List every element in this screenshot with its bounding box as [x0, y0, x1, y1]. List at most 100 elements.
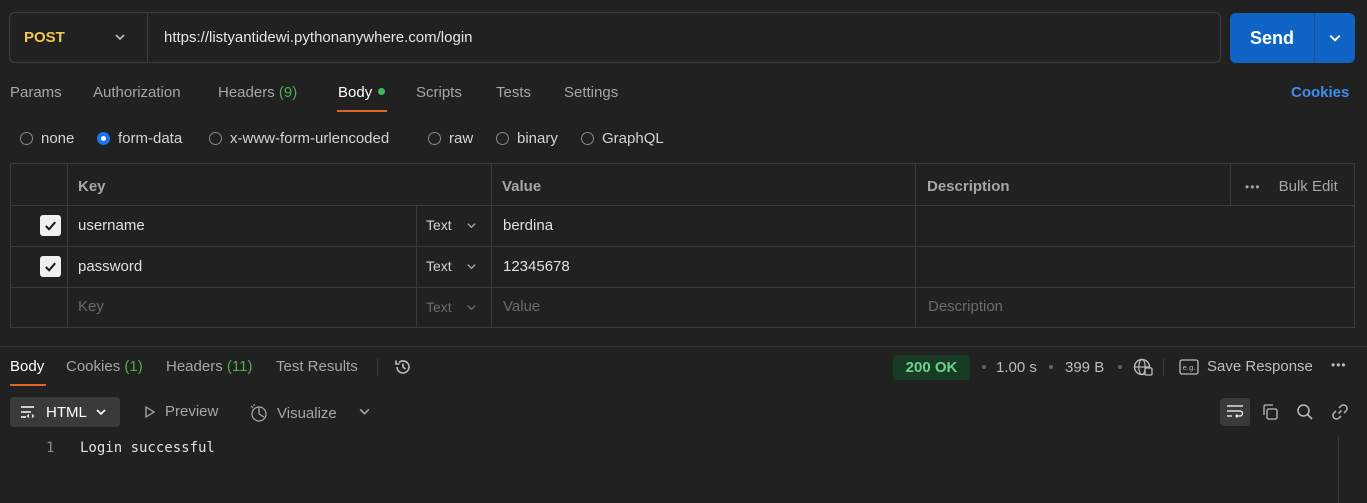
row-checkbox[interactable]: [40, 215, 61, 236]
tab-settings[interactable]: Settings: [564, 84, 618, 104]
row-type-label: Text: [426, 217, 452, 233]
radio-circle: [20, 132, 33, 145]
response-tab-body[interactable]: Body: [10, 358, 44, 375]
modified-dot: [378, 87, 386, 95]
radio-binary[interactable]: binary: [496, 130, 558, 147]
radio-raw-label: raw: [449, 130, 474, 147]
more-options-icon[interactable]: •••: [1331, 358, 1347, 372]
send-options-button[interactable]: [1314, 13, 1355, 63]
copy-icon: [1263, 404, 1278, 420]
network-icon[interactable]: [1132, 357, 1154, 381]
more-options-icon[interactable]: •••: [1245, 180, 1261, 194]
column-header-description: Description: [927, 178, 1010, 195]
new-value-input[interactable]: Value: [503, 298, 540, 315]
form-data-table: Key Value Description ••• Bulk Edit user…: [10, 163, 1355, 328]
radio-binary-label: binary: [517, 130, 558, 147]
response-cookies-count: (1): [124, 358, 143, 375]
search-button[interactable]: [1290, 398, 1320, 426]
row-checkbox[interactable]: [40, 256, 61, 277]
save-response-icon: e.g.: [1179, 358, 1199, 375]
chevron-down-icon: [467, 222, 476, 228]
separator-dot: [1118, 365, 1122, 369]
radio-none[interactable]: none: [20, 130, 74, 147]
link-button[interactable]: [1325, 398, 1355, 426]
wrap-format-icon: [21, 406, 35, 418]
tab-headers-label: Headers: [218, 84, 275, 101]
cookies-link[interactable]: Cookies: [1291, 84, 1349, 101]
response-tab-cookies-label: Cookies: [66, 358, 121, 375]
response-tab-headers[interactable]: Headers (11): [166, 358, 252, 375]
send-button-group: Send: [1230, 13, 1355, 63]
response-active-underline: [10, 384, 46, 386]
bulk-edit-button[interactable]: Bulk Edit: [1279, 178, 1338, 195]
radio-circle: [428, 132, 441, 145]
tab-scripts[interactable]: Scripts: [416, 84, 462, 104]
separator-dot: [1049, 365, 1053, 369]
new-key-input[interactable]: Key: [78, 298, 104, 315]
meta-separator: [1163, 358, 1164, 376]
tab-body[interactable]: Body: [338, 84, 386, 104]
chevron-down-icon: [115, 34, 125, 41]
visualize-button[interactable]: Visualize: [249, 403, 337, 423]
row-value[interactable]: berdina: [503, 217, 553, 234]
tab-separator: [377, 358, 378, 376]
preview-label: Preview: [165, 403, 219, 420]
radio-graphql[interactable]: GraphQL: [581, 130, 664, 147]
visualize-icon: [250, 404, 267, 422]
tab-headers[interactable]: Headers (9): [218, 84, 297, 104]
visualize-label: Visualize: [277, 404, 337, 422]
tab-params[interactable]: Params: [10, 84, 62, 104]
save-response-button[interactable]: e.g. Save Response: [1179, 358, 1313, 375]
method-selector[interactable]: POST: [10, 13, 148, 62]
row-key[interactable]: password: [78, 258, 142, 275]
response-divider: [0, 346, 1367, 347]
chevron-down-icon: [1329, 35, 1341, 42]
radio-urlencoded[interactable]: x-www-form-urlencoded: [209, 130, 389, 147]
preview-button[interactable]: Preview: [143, 403, 218, 420]
response-tab-test-results[interactable]: Test Results: [276, 358, 358, 375]
visualize-options-icon[interactable]: [358, 405, 371, 422]
checkmark-icon: [45, 221, 56, 231]
svg-text:e.g.: e.g.: [1183, 364, 1196, 372]
tab-tests[interactable]: Tests: [496, 84, 531, 104]
response-tab-cookies[interactable]: Cookies (1): [66, 358, 143, 375]
table-header-actions: ••• Bulk Edit: [1245, 178, 1338, 195]
format-label: HTML: [46, 403, 87, 421]
response-body-line[interactable]: Login successful: [80, 440, 215, 456]
chevron-down-icon: [467, 304, 476, 310]
response-headers-count: (11): [226, 358, 253, 375]
radio-circle-selected: [97, 132, 110, 145]
radio-urlencoded-label: x-www-form-urlencoded: [230, 130, 390, 147]
tab-authorization[interactable]: Authorization: [93, 84, 181, 104]
response-size[interactable]: 399 B: [1065, 359, 1104, 376]
play-icon: [145, 405, 156, 418]
response-time[interactable]: 1.00 s: [996, 359, 1037, 376]
radio-circle: [496, 132, 509, 145]
status-badge[interactable]: 200 OK: [893, 355, 970, 380]
response-tab-headers-label: Headers: [166, 358, 223, 375]
format-select[interactable]: HTML: [10, 397, 120, 427]
new-type-select[interactable]: Text: [426, 299, 477, 315]
headers-count: (9): [278, 84, 298, 101]
column-header-value: Value: [502, 178, 542, 195]
radio-form-data[interactable]: form-data: [97, 130, 182, 147]
send-button[interactable]: Send: [1230, 13, 1314, 63]
checkmark-icon: [45, 262, 56, 272]
radio-raw[interactable]: raw: [428, 130, 473, 147]
chevron-down-icon: [96, 409, 106, 416]
wrap-lines-button[interactable]: [1220, 398, 1250, 426]
row-key[interactable]: username: [78, 217, 145, 234]
row-type-select[interactable]: Text: [426, 217, 477, 233]
column-header-key: Key: [78, 178, 106, 195]
new-type-label: Text: [426, 299, 452, 315]
history-icon[interactable]: [393, 357, 413, 381]
link-icon: [1332, 404, 1348, 420]
row-value[interactable]: 12345678: [503, 258, 570, 275]
new-description-input[interactable]: Description: [928, 298, 1003, 315]
radio-none-label: none: [41, 130, 75, 147]
row-type-select[interactable]: Text: [426, 258, 477, 274]
copy-button[interactable]: [1255, 398, 1285, 426]
url-input[interactable]: https://listyantidewi.pythonanywhere.com…: [148, 29, 473, 46]
line-number: 1: [46, 440, 55, 456]
vertical-scrollbar[interactable]: [1338, 436, 1339, 503]
